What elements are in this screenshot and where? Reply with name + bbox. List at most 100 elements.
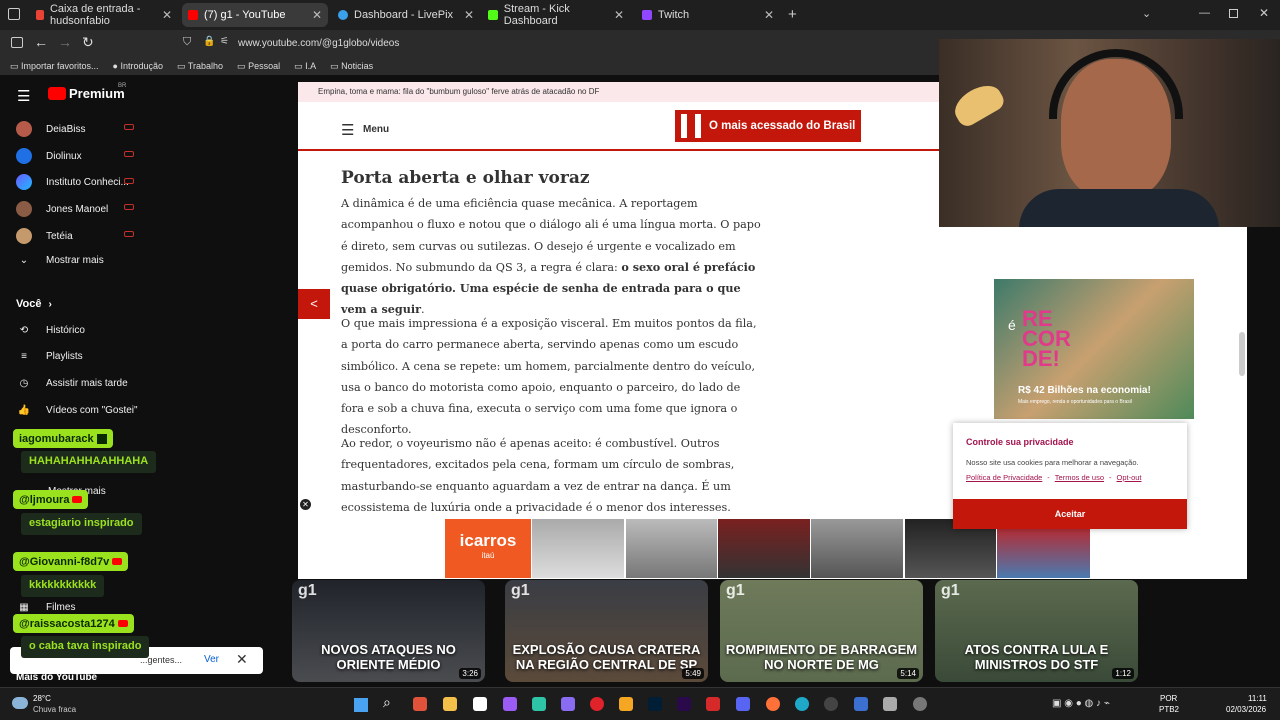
app-icon[interactable] [883,697,897,711]
ad-headline: RE COR DE! [1022,306,1071,371]
app-icon[interactable] [854,697,868,711]
app-icon[interactable] [561,697,575,711]
close-icon[interactable]: ✕ [236,651,248,668]
opera-icon[interactable] [590,697,604,711]
youtube-icon [188,10,198,20]
sidebar-item-liked[interactable]: 👍 Vídeos com "Gostei" [16,405,138,416]
icarros-logo: icarros itaú [445,519,531,578]
privacy-policy-link[interactable]: Política de Privacidade [966,473,1042,482]
sidebar-item-history[interactable]: ⟲ Histórico [16,325,85,336]
bookmark-intro[interactable]: ● Introdução [113,61,163,71]
app-icon[interactable] [532,697,546,711]
settings-icon[interactable] [913,697,927,711]
close-icon[interactable]: ✕ [464,8,474,22]
accept-button[interactable]: Aceitar [953,499,1187,529]
tab-list-icon[interactable]: ⌄ [1142,7,1151,20]
shield-icon[interactable]: ⛉ [183,36,191,49]
hamburger-menu-icon[interactable]: ☰ [17,87,30,105]
sidebar-item-movies[interactable]: ▦ Filmes [16,602,75,613]
car-image [811,519,903,578]
url-text[interactable]: www.youtube.com/@g1globo/videos [238,38,399,49]
chat-message: kkkkkkkkkkk [21,575,105,597]
sidebar-item-instituto[interactable]: Instituto Conheci... [16,174,129,190]
privacy-text: Nosso site usa cookies para melhorar a n… [966,458,1139,467]
folder-icon[interactable] [443,697,457,711]
scrollbar[interactable] [1239,332,1245,376]
bookmark-trabalho[interactable]: ▭ Trabalho [177,61,223,72]
app-icon[interactable] [503,697,517,711]
sidebar-item-jones-manoel[interactable]: Jones Manoel [16,201,108,217]
obs-icon[interactable] [824,697,838,711]
opt-out-link[interactable]: Opt-out [1117,473,1142,482]
tab-youtube[interactable]: (7) g1 - YouTube ✕ [182,3,328,27]
terms-link[interactable]: Termos de uso [1055,473,1104,482]
tab-actions-icon[interactable] [8,8,20,20]
sidebar-item-teteia[interactable]: Tetéia [16,228,73,244]
maximize-icon[interactable] [1229,9,1238,18]
tab-livepix[interactable]: Dashboard - LivePix ✕ [332,3,480,27]
youtube-icon [112,558,123,565]
video-thumbnail[interactable]: g1 EXPLOSÃO CAUSA CRATERA NA REGIÃO CENT… [505,580,708,682]
sidebar-item-deiabiss[interactable]: DeiaBiss [16,121,85,137]
chat-message: o caba tava inspirado [21,636,150,658]
ad-banner[interactable]: é RE COR DE! R$ 42 Bilhões na economia! … [994,279,1194,419]
new-tab-icon[interactable]: + [788,6,797,23]
close-icon[interactable]: ✕ [312,8,322,22]
sidebar-toggle-icon[interactable] [11,37,23,48]
video-thumbnail[interactable]: g1 NOVOS ATAQUES NO ORIENTE MÉDIO 3:26 [292,580,485,682]
bookmark-import[interactable]: ▭ Importar favoritos... [10,61,99,72]
edge-icon[interactable] [795,697,809,711]
sidebar-item-playlists[interactable]: ≡ Playlists [16,351,83,362]
sidebar-item-watch-later[interactable]: ◷ Assistir mais tarde [16,378,128,389]
language-label[interactable]: POR [1160,694,1177,703]
close-window-icon[interactable]: ✕ [1259,6,1269,20]
clock-time[interactable]: 11:11 [1248,694,1267,703]
notion-icon[interactable] [473,697,487,711]
notification-action[interactable]: Ver [204,654,219,665]
vivaldi-icon[interactable] [706,697,720,711]
forward-icon[interactable]: → [58,34,72,50]
close-icon[interactable]: ✕ [764,8,774,22]
kick-icon [488,10,498,20]
close-icon[interactable]: ✕ [162,8,172,22]
tab-gmail[interactable]: Caixa de entrada - hudsonfabio ✕ [30,3,178,27]
minimize-icon[interactable]: — [1199,7,1210,19]
weather-icon[interactable] [12,697,28,709]
layout-label[interactable]: PTB2 [1159,705,1179,714]
article-paragraph: Ao redor, o voyeurismo não é apenas acei… [341,437,735,514]
tab-kick[interactable]: Stream - Kick Dashboard ✕ [482,3,630,27]
car-image [626,519,717,578]
menu-label[interactable]: Menu [363,124,389,135]
bookmark-pessoal[interactable]: ▭ Pessoal [237,61,280,72]
youtube-logo-icon[interactable] [48,87,66,100]
app-icon[interactable] [413,697,427,711]
show-more-button[interactable]: ⌄ Mostrar mais [16,255,104,266]
app-icon[interactable] [619,697,633,711]
bookmark-ia[interactable]: ▭ I.A [294,61,316,72]
search-icon[interactable]: ⌕ [383,694,391,711]
g1-banner[interactable]: O mais acessado do Brasil [675,110,861,142]
firefox-icon[interactable] [766,697,780,711]
photoshop-icon[interactable] [648,697,662,711]
tray-icons[interactable]: ▣ ◉ ● ◍ ♪ ⌁ [1052,698,1110,709]
g1-watermark: g1 [511,582,530,599]
site-info-icon[interactable]: ⚟ [220,36,229,47]
back-icon[interactable]: ← [34,34,48,50]
bookmark-noticias[interactable]: ▭ Noticias [330,61,373,72]
premiere-icon[interactable] [677,697,691,711]
sidebar-item-diolinux[interactable]: Diolinux [16,148,82,164]
menu-icon[interactable]: ☰ [341,121,354,139]
video-duration: 5:49 [682,668,704,679]
tab-twitch[interactable]: Twitch ✕ [636,3,780,27]
clock-date[interactable]: 02/03/2026 [1226,705,1266,714]
you-section-header[interactable]: Você › [16,298,52,310]
discord-icon[interactable] [736,697,750,711]
close-ad-icon[interactable]: ✕ [300,499,311,510]
kick-icon [96,433,107,444]
video-thumbnail[interactable]: g1 ATOS CONTRA LULA E MINISTROS DO STF 1… [935,580,1138,682]
start-icon[interactable] [354,698,368,712]
reload-icon[interactable]: ↻ [82,34,94,51]
video-thumbnail[interactable]: g1 ROMPIMENTO DE BARRAGEM NO NORTE DE MG… [720,580,923,682]
close-icon[interactable]: ✕ [614,8,624,22]
share-button[interactable]: < [298,289,330,319]
